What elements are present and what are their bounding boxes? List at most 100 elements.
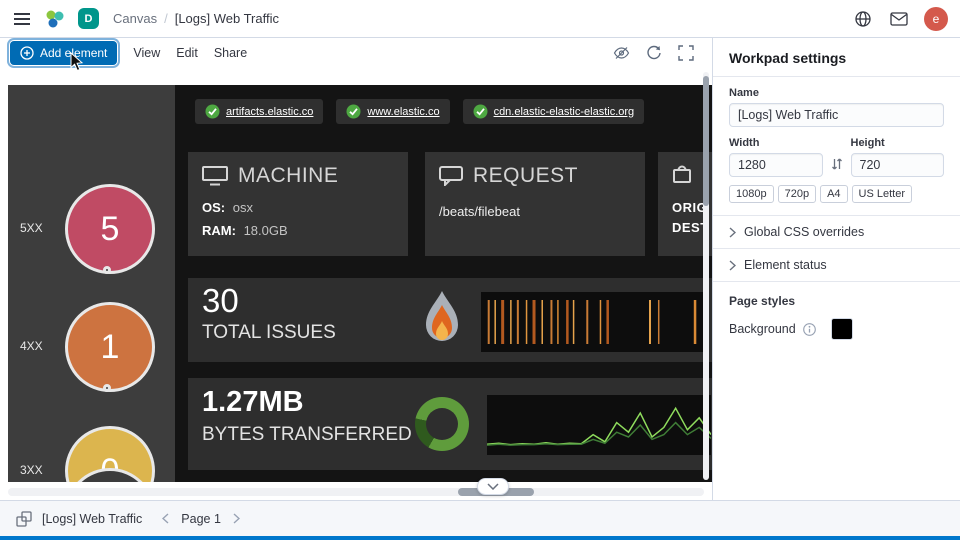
height-input[interactable] [851, 153, 945, 177]
space-switcher-badge[interactable]: D [78, 8, 99, 29]
add-element-label: Add element [40, 46, 107, 60]
element-status-label: Element status [744, 258, 827, 272]
chevron-right-icon [729, 227, 736, 238]
workpad[interactable]: 5XX 5 4XX 1 3XX 0 [8, 85, 712, 482]
bytes-line-chart[interactable] [487, 395, 711, 455]
preset-us-letter[interactable]: US Letter [852, 185, 912, 203]
ram-value: 18.0GB [244, 223, 288, 238]
view-menu-item[interactable]: View [133, 46, 160, 60]
width-input[interactable] [729, 153, 823, 177]
check-circle-icon [205, 104, 220, 119]
domain-pills: artifacts.elastic.co www.elastic.co cdn.… [195, 99, 644, 124]
scroll-down-button[interactable] [477, 478, 509, 495]
background-setting-row: Background [729, 318, 944, 340]
machine-panel[interactable]: MACHINE OS: osx RAM: 18.0GB [188, 152, 408, 256]
horizontal-scrollbar[interactable] [8, 488, 704, 496]
globe-icon[interactable] [852, 8, 874, 30]
canvas-workspace: 5XX 5 4XX 1 3XX 0 [0, 68, 712, 500]
hamburger-menu-icon[interactable] [12, 10, 32, 28]
element-status-accordion[interactable]: Element status [729, 249, 944, 281]
bytes-donut-chart[interactable] [415, 397, 469, 451]
domain-link[interactable]: www.elastic.co [367, 106, 439, 118]
global-css-accordion[interactable]: Global CSS overrides [729, 216, 944, 248]
top-header-bar: D Canvas / [Logs] Web Traffic e [0, 0, 960, 38]
os-value: osx [233, 200, 253, 215]
breadcrumb-separator: / [164, 11, 168, 26]
vertical-scrollbar-thumb[interactable] [703, 76, 709, 206]
domain-pill-artifacts[interactable]: artifacts.elastic.co [195, 99, 323, 124]
next-page-chevron-icon[interactable] [231, 511, 242, 526]
total-issues-panel[interactable]: 30 TOTAL ISSUES [188, 278, 712, 362]
domain-pill-cdn[interactable]: cdn.elastic-elastic-elastic.org [463, 99, 645, 124]
status-5xx-value: 5 [101, 210, 120, 249]
domain-link[interactable]: cdn.elastic-elastic-elastic.org [494, 106, 635, 118]
domain-pill-www[interactable]: www.elastic.co [336, 99, 449, 124]
fullscreen-icon[interactable] [676, 43, 696, 63]
gauge-dot [103, 266, 111, 274]
global-css-label: Global CSS overrides [744, 225, 864, 239]
page-label[interactable]: Page 1 [181, 512, 221, 526]
machine-title: MACHINE [238, 164, 338, 188]
add-element-button[interactable]: Add element [10, 41, 117, 65]
vertical-scrollbar[interactable] [703, 72, 709, 480]
swap-dimensions-icon[interactable] [829, 155, 845, 173]
preset-720p[interactable]: 720p [778, 185, 816, 203]
issues-label: TOTAL ISSUES [202, 322, 336, 344]
chevron-down-icon [487, 483, 499, 490]
layers-icon [16, 511, 32, 527]
status-4xx-value: 1 [101, 328, 120, 367]
issues-barcode-chart[interactable] [481, 292, 705, 352]
workpad-settings-panel: Workpad settings Name Width Height 1080p [712, 38, 960, 500]
bytes-label: BYTES TRANSFERRED [202, 424, 412, 446]
background-label: Background [729, 322, 796, 336]
name-label: Name [729, 87, 944, 99]
breadcrumb-current: [Logs] Web Traffic [175, 11, 279, 26]
request-path: /beats/filebeat [439, 204, 631, 219]
preset-a4[interactable]: A4 [820, 185, 847, 203]
page-navigation: Page 1 [160, 511, 242, 526]
bytes-transferred-panel[interactable]: 1.27MB BYTES TRANSFERRED [188, 378, 712, 470]
refresh-icon[interactable] [644, 43, 664, 63]
status-3xx-label: 3XX [20, 463, 43, 477]
mail-icon[interactable] [888, 10, 910, 28]
status-4xx-label: 4XX [20, 339, 43, 353]
status-4xx-circle[interactable]: 1 [65, 302, 155, 392]
settings-title: Workpad settings [729, 48, 944, 76]
flame-icon [422, 290, 462, 350]
os-label: OS: [202, 200, 225, 215]
page-styles-heading: Page styles [729, 294, 944, 308]
edit-menu-item[interactable]: Edit [176, 46, 198, 60]
breadcrumb: Canvas / [Logs] Web Traffic [113, 11, 279, 26]
check-circle-icon [473, 104, 488, 119]
kibana-canvas-app: D Canvas / [Logs] Web Traffic e [0, 0, 960, 540]
status-5xx-circle[interactable]: 5 [65, 184, 155, 274]
bag-icon [672, 164, 692, 184]
plus-circle-icon [20, 46, 34, 60]
ram-label: RAM: [202, 223, 236, 238]
chevron-right-icon [729, 260, 736, 271]
width-label: Width [729, 137, 823, 149]
breadcrumb-canvas[interactable]: Canvas [113, 11, 157, 26]
issues-value: 30 [202, 282, 239, 320]
background-color-swatch[interactable] [831, 318, 853, 340]
height-label: Height [851, 137, 945, 149]
donut-hole [426, 408, 458, 440]
request-title: REQUEST [473, 164, 578, 188]
info-icon [803, 323, 816, 336]
speech-bubble-icon [439, 166, 463, 186]
header-actions: e [852, 7, 948, 31]
share-menu-item[interactable]: Share [214, 46, 247, 60]
previous-page-chevron-icon[interactable] [160, 511, 171, 526]
hide-editing-controls-eye-icon[interactable] [611, 43, 632, 63]
divider [713, 76, 960, 77]
workpad-name-input[interactable] [729, 103, 944, 127]
bottom-accent-strip [0, 536, 960, 540]
user-avatar[interactable]: e [924, 7, 948, 31]
toolbar-right-icons [611, 43, 702, 63]
preset-1080p[interactable]: 1080p [729, 185, 774, 203]
domain-link[interactable]: artifacts.elastic.co [226, 106, 313, 118]
footer-bar: [Logs] Web Traffic Page 1 [0, 500, 960, 536]
canvas-toolbar: Add element View Edit Share [0, 38, 712, 68]
request-panel[interactable]: REQUEST /beats/filebeat [425, 152, 645, 256]
elastic-logo[interactable] [42, 6, 68, 32]
